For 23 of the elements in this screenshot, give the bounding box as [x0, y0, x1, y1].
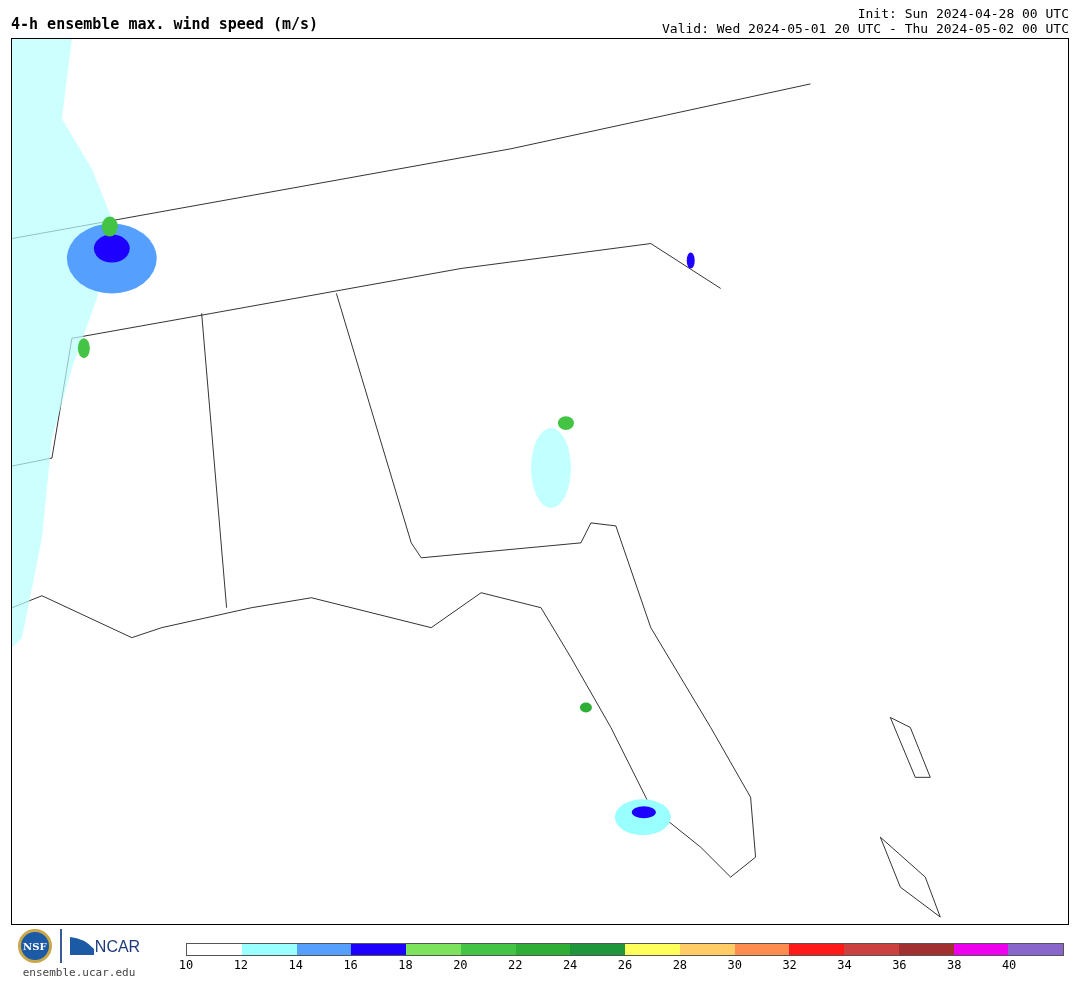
tick-label: 24 [562, 959, 578, 971]
init-time: Init: Sun 2024-04-28 00 UTC [857, 6, 1069, 21]
tick-label: 32 [782, 959, 797, 971]
tick-label: 16 [343, 959, 358, 971]
tick-label: 20 [453, 959, 468, 971]
tick-label: 36 [892, 959, 907, 971]
chart-title: 4-h ensemble max. wind speed (m/s) [11, 17, 319, 32]
swoosh-icon [69, 937, 94, 955]
tick-label: 28 [672, 959, 688, 971]
tick-label: 10 [178, 959, 194, 971]
tick-label: 22 [508, 959, 523, 971]
tick-label: 18 [398, 959, 413, 971]
ncar-wordmark: NCAR [94, 939, 141, 955]
valid-time: Valid: Wed 2024-05-01 20 UTC - Thu 2024-05-02 00 UTC [662, 21, 1069, 36]
tick-label: 26 [617, 959, 633, 971]
tick-label: 14 [288, 959, 303, 971]
tick-label: 40 [1001, 959, 1017, 971]
tick-label: 34 [837, 959, 852, 971]
tick-label: 38 [947, 959, 962, 971]
nsf-logo: NSF [17, 929, 52, 963]
tick-label: 30 [727, 959, 742, 971]
website-url: ensemble.ucar.edu [22, 965, 136, 981]
tick-label: 12 [233, 959, 249, 971]
